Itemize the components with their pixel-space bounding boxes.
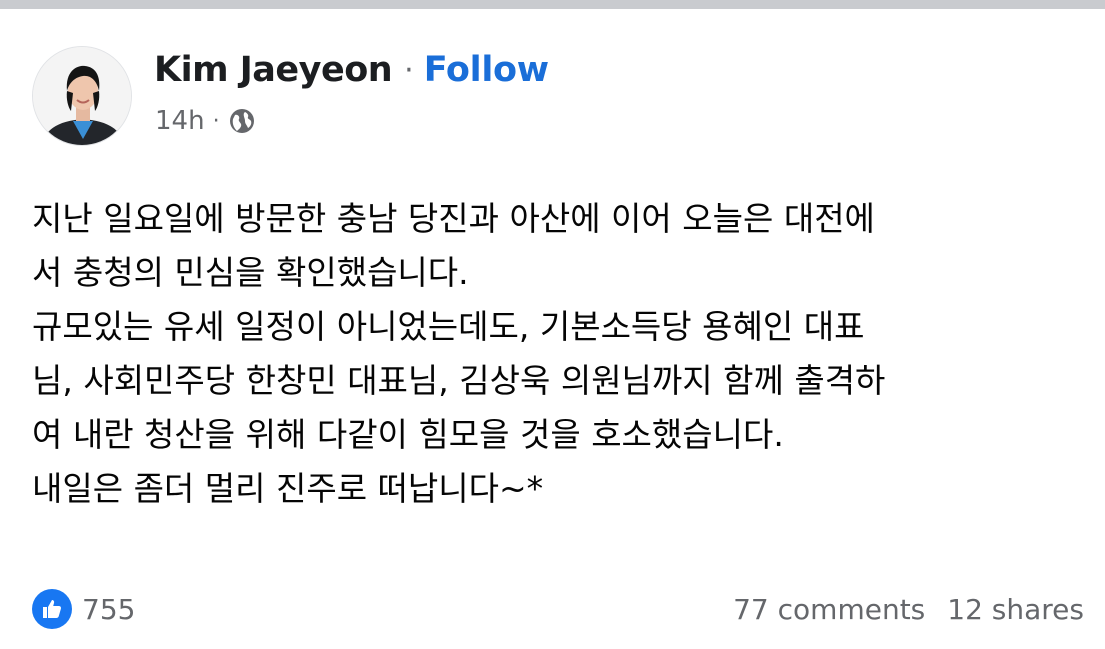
comments-count[interactable]: 77 comments: [733, 593, 925, 626]
top-divider: [0, 0, 1105, 9]
post-text-line: 여 내란 청산을 위해 다같이 힘모을 것을 호소했습니다.: [32, 415, 784, 454]
like-icon[interactable]: [32, 589, 72, 629]
globe-icon[interactable]: [228, 107, 256, 135]
author-name[interactable]: Kim Jaeyeon: [154, 50, 393, 90]
post-text-line: 서 충청의 민심을 확인했습니다.: [32, 253, 469, 292]
post-meta: 14h ·: [155, 103, 256, 139]
post-text-line: 지난 일요일에 방문한 충남 당진과 아산에 이어 오늘은 대전에: [32, 199, 875, 238]
author-avatar[interactable]: [32, 46, 132, 146]
post-text: 지난 일요일에 방문한 충남 당진과 아산에 이어 오늘은 대전에 서 충청의 …: [32, 192, 1077, 516]
post-timestamp[interactable]: 14h: [155, 106, 205, 136]
meta-separator: ·: [212, 108, 220, 134]
follow-button[interactable]: Follow: [424, 50, 549, 90]
post-header: Kim Jaeyeon · Follow: [154, 46, 549, 94]
header-separator: ·: [404, 52, 414, 88]
post-text-line: 님, 사회민주당 한창민 대표님, 김상욱 의원님까지 함께 출격하: [32, 361, 886, 400]
post-text-line: 내일은 좀더 멀리 진주로 떠납니다~*: [32, 469, 544, 508]
post-footer: 755 77 comments 12 shares: [32, 585, 1084, 633]
reaction-count[interactable]: 755: [82, 593, 135, 626]
post-text-line: 규모있는 유세 일정이 아니었는데도, 기본소득당 용혜인 대표: [32, 307, 865, 346]
shares-count[interactable]: 12 shares: [947, 593, 1084, 626]
